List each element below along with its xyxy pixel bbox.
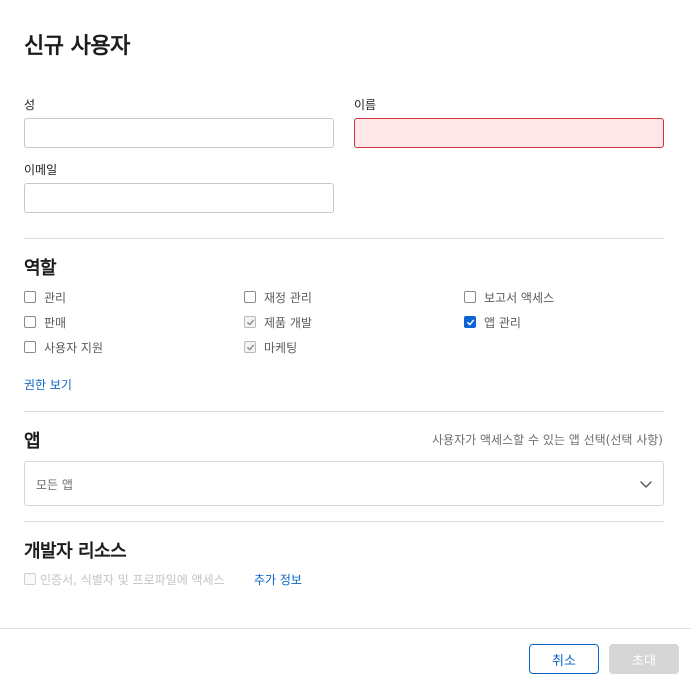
role-checkbox-row[interactable]: 판매 bbox=[24, 314, 66, 330]
dialog-title: 신규 사용자 bbox=[24, 34, 130, 59]
last-name-label: 성 bbox=[24, 98, 36, 112]
invite-button[interactable]: 초대 bbox=[609, 644, 679, 674]
role-checkbox-row[interactable]: 앱 관리 bbox=[464, 314, 521, 330]
role-checkbox-row[interactable]: 재정 관리 bbox=[244, 289, 312, 305]
apps-select[interactable]: 모든 앱 bbox=[24, 461, 664, 506]
role-checkbox-row[interactable]: 사용자 지원 bbox=[24, 339, 103, 355]
role-checkbox[interactable] bbox=[244, 291, 256, 303]
first-name-label: 이름 bbox=[354, 98, 377, 112]
apps-hint-text: 사용자가 액세스할 수 있는 앱 선택(선택 사항) bbox=[432, 433, 663, 447]
role-checkbox[interactable] bbox=[244, 316, 256, 328]
role-label: 마케팅 bbox=[264, 340, 298, 355]
developer-access-checkbox-row[interactable]: 인증서, 식별자 및 프로파일에 액세스 bbox=[24, 571, 225, 587]
first-name-input[interactable] bbox=[354, 118, 664, 148]
role-checkbox[interactable] bbox=[244, 341, 256, 353]
role-label: 제품 개발 bbox=[264, 315, 312, 330]
checkmark-icon bbox=[246, 319, 254, 325]
divider bbox=[24, 411, 664, 412]
developer-access-checkbox[interactable] bbox=[24, 573, 36, 585]
email-label: 이메일 bbox=[24, 163, 58, 177]
last-name-input[interactable] bbox=[24, 118, 334, 148]
role-checkbox-row[interactable]: 관리 bbox=[24, 289, 66, 305]
cancel-button[interactable]: 취소 bbox=[529, 644, 599, 674]
apps-section-title: 앱 bbox=[24, 431, 41, 452]
developer-access-label: 인증서, 식별자 및 프로파일에 액세스 bbox=[40, 572, 225, 587]
roles-section-title: 역할 bbox=[24, 258, 57, 279]
role-label: 판매 bbox=[44, 315, 67, 330]
role-checkbox[interactable] bbox=[24, 316, 36, 328]
role-checkbox-row[interactable]: 보고서 액세스 bbox=[464, 289, 554, 305]
role-label: 사용자 지원 bbox=[44, 340, 104, 355]
divider bbox=[24, 238, 664, 239]
divider bbox=[24, 521, 664, 522]
checkmark-icon bbox=[246, 344, 254, 350]
chevron-down-icon bbox=[640, 481, 652, 488]
role-checkbox-row[interactable]: 제품 개발 bbox=[244, 314, 312, 330]
more-info-link[interactable]: 추가 정보 bbox=[254, 571, 302, 588]
role-label: 재정 관리 bbox=[264, 290, 312, 305]
role-label: 관리 bbox=[44, 290, 67, 305]
new-user-dialog: 신규 사용자 성 이름 이메일 역할 관리 재정 관리 보고서 액세스판매 제품 개발… bbox=[0, 0, 691, 689]
role-checkbox[interactable] bbox=[24, 291, 36, 303]
developer-resources-title: 개발자 리소스 bbox=[24, 541, 127, 562]
view-permissions-link[interactable]: 권한 보기 bbox=[24, 376, 72, 393]
role-label: 보고서 액세스 bbox=[484, 290, 555, 305]
checkmark-icon bbox=[466, 319, 474, 325]
role-checkbox-row[interactable]: 마케팅 bbox=[244, 339, 297, 355]
role-checkbox[interactable] bbox=[464, 316, 476, 328]
apps-select-value: 모든 앱 bbox=[36, 478, 73, 492]
footer-divider bbox=[0, 628, 691, 629]
role-checkbox[interactable] bbox=[24, 341, 36, 353]
role-label: 앱 관리 bbox=[484, 315, 521, 330]
email-input[interactable] bbox=[24, 183, 334, 213]
role-checkbox[interactable] bbox=[464, 291, 476, 303]
